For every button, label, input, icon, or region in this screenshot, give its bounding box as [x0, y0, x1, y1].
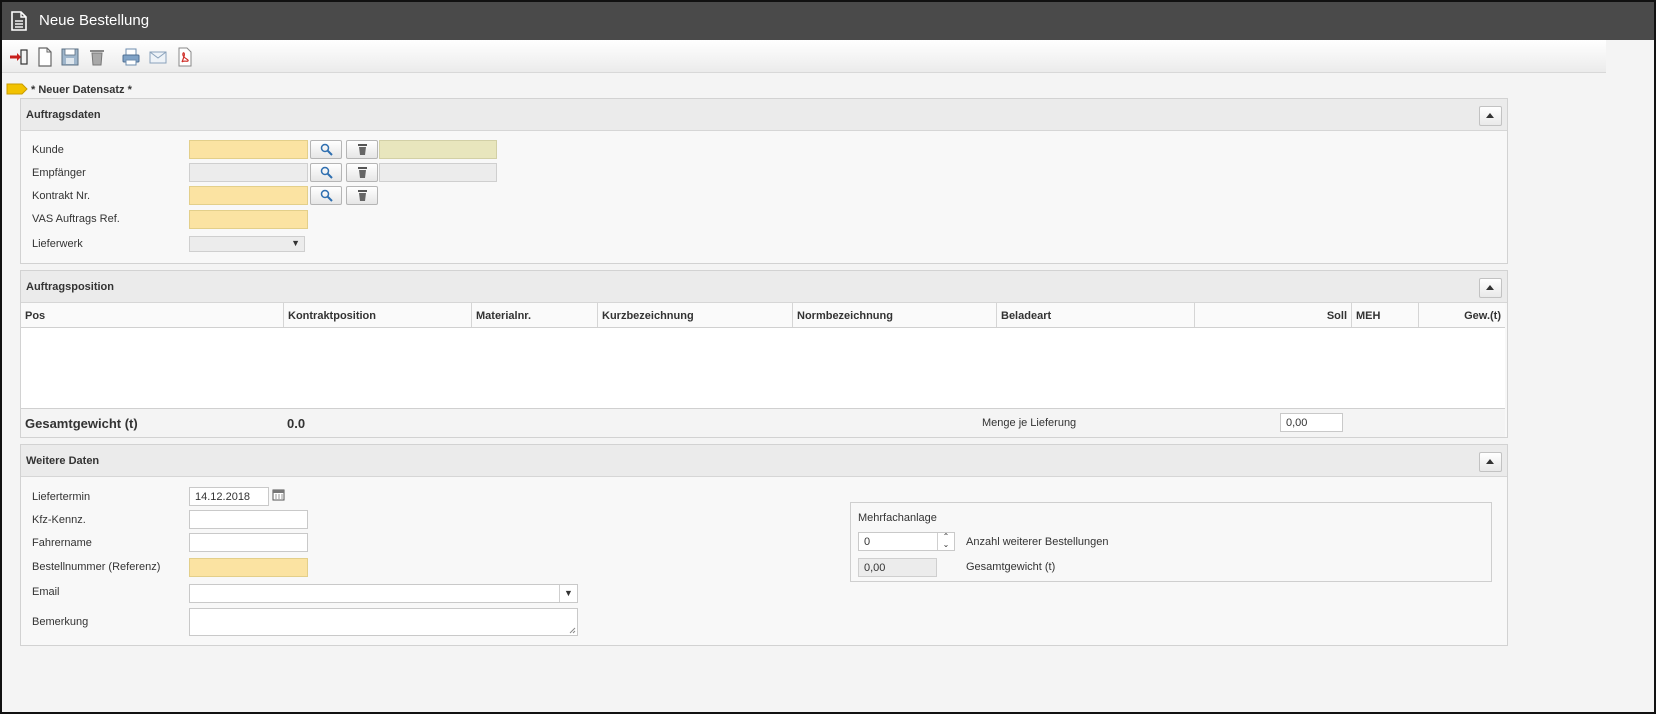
col-meh[interactable]: MEH	[1352, 303, 1419, 327]
save-button[interactable]	[60, 47, 80, 67]
kontrakt-clear-button[interactable]	[346, 186, 378, 205]
anzahl-value: 0	[864, 536, 871, 548]
anzahl-label: Anzahl weiterer Bestellungen	[966, 536, 1109, 548]
spinner-arrows-icon[interactable]: ⌃ ⌄	[937, 533, 954, 550]
print-icon	[122, 48, 140, 66]
kfz-input[interactable]	[189, 510, 308, 529]
panel-header: Auftragsdaten	[21, 99, 1507, 131]
total-label: Gesamtgewicht (t)	[25, 416, 138, 431]
col-materialnr[interactable]: Materialnr.	[472, 303, 598, 327]
pdf-icon	[178, 47, 192, 67]
lieferwerk-select[interactable]: ▼	[189, 236, 305, 252]
liefertermin-label: Liefertermin	[32, 491, 91, 503]
grid-footer: Gesamtgewicht (t) 0.0 Menge je Lieferung…	[21, 408, 1505, 437]
new-document-icon	[38, 47, 52, 67]
dropdown-arrow-icon: ▼	[291, 238, 300, 248]
collapse-button[interactable]	[1479, 452, 1502, 472]
col-kontraktposition[interactable]: Kontraktposition	[284, 303, 472, 327]
fahrer-label: Fahrername	[32, 537, 92, 549]
menge-input[interactable]: 0,00	[1280, 413, 1343, 432]
bemerkung-label: Bemerkung	[32, 616, 89, 628]
panel-weitere-daten: Weitere Daten Liefertermin 14.12.2018 Kf…	[20, 444, 1508, 646]
new-button[interactable]	[35, 47, 55, 67]
window-title: Neue Bestellung	[39, 12, 150, 29]
anzahl-stepper[interactable]: 0 ⌃ ⌄	[858, 532, 955, 551]
panel-header: Auftragsposition	[21, 271, 1507, 303]
col-beladeart[interactable]: Beladeart	[997, 303, 1195, 327]
empfaenger-name-display	[379, 163, 497, 182]
kunde-label: Kunde	[32, 144, 64, 156]
kontrakt-search-button[interactable]	[310, 186, 342, 205]
kunde-input[interactable]	[189, 140, 308, 159]
search-icon	[320, 166, 333, 179]
vas-input[interactable]	[189, 210, 308, 229]
empfaenger-clear-button[interactable]	[346, 163, 378, 182]
col-soll[interactable]: Soll	[1195, 303, 1352, 327]
grid-body	[21, 328, 1505, 408]
total-value: 0.0	[287, 416, 306, 431]
kontrakt-label: Kontrakt Nr.	[32, 190, 91, 202]
grid-header: Pos Kontraktposition Materialnr. Kurzbez…	[21, 303, 1505, 328]
print-button[interactable]	[121, 47, 141, 67]
panel-title: Auftragsdaten	[26, 109, 101, 121]
col-pos[interactable]: Pos	[21, 303, 284, 327]
menge-label: Menge je Lieferung	[982, 417, 1077, 429]
gesamtgewicht-label: Gesamtgewicht (t)	[966, 561, 1056, 573]
gesamtgewicht-display: 0,00	[858, 558, 937, 577]
empfaenger-label: Empfänger	[32, 167, 86, 179]
empfaenger-search-button[interactable]	[310, 163, 342, 182]
folder-tag-icon	[6, 83, 28, 95]
chevron-down-icon[interactable]: ▼	[559, 585, 577, 602]
fahrer-input[interactable]	[189, 533, 308, 552]
pdf-button[interactable]	[175, 47, 195, 67]
kunde-search-button[interactable]	[310, 140, 342, 159]
col-normbezeichnung[interactable]: Normbezeichnung	[793, 303, 997, 327]
title-bar: Neue Bestellung	[2, 2, 1654, 40]
mehrfachanlage-group: Mehrfachanlage 0 ⌃ ⌄ Anzahl weiterer Best…	[850, 502, 1492, 582]
col-kurzbezeichnung[interactable]: Kurzbezeichnung	[598, 303, 793, 327]
panel-header: Weitere Daten	[21, 445, 1507, 477]
col-gewicht[interactable]: Gew.(t)	[1419, 303, 1505, 327]
panel-auftragsposition: Auftragsposition Pos Kontraktposition Ma…	[20, 270, 1508, 438]
kunde-clear-button[interactable]	[346, 140, 378, 159]
trash-icon	[358, 144, 367, 155]
search-icon	[320, 189, 333, 202]
collapse-button[interactable]	[1479, 106, 1502, 126]
collapse-button[interactable]	[1479, 278, 1502, 298]
kunde-name-display	[379, 140, 497, 159]
mehrfach-title: Mehrfachanlage	[858, 512, 937, 524]
save-icon	[61, 48, 79, 66]
exit-button[interactable]	[9, 47, 29, 67]
document-icon	[11, 11, 27, 31]
bestellnr-label: Bestellnummer (Referenz)	[32, 561, 161, 573]
exit-icon	[10, 49, 28, 65]
positions-grid: Pos Kontraktposition Materialnr. Kurzbez…	[21, 302, 1505, 408]
vas-label: VAS Auftrags Ref.	[32, 213, 120, 225]
panel-title: Auftragsposition	[26, 281, 114, 293]
liefertermin-input[interactable]: 14.12.2018	[189, 487, 269, 506]
email-button[interactable]	[148, 47, 168, 67]
calendar-icon[interactable]	[272, 488, 285, 501]
email-icon	[149, 51, 167, 64]
app-window: Neue Bestellung * Neuer Datensatz * Auft…	[0, 0, 1656, 714]
toolbar	[2, 40, 1606, 73]
delete-button[interactable]	[87, 47, 107, 67]
empfaenger-input[interactable]	[189, 163, 308, 182]
kontrakt-input[interactable]	[189, 186, 308, 205]
panel-title: Weitere Daten	[26, 455, 100, 467]
bemerkung-textarea[interactable]	[189, 608, 578, 636]
bestellnr-input[interactable]	[189, 558, 308, 577]
panel-auftragsdaten: Auftragsdaten Kunde Empfänger Kontrakt N…	[20, 98, 1508, 264]
record-status: * Neuer Datensatz *	[31, 84, 132, 96]
email-label: Email	[32, 586, 60, 598]
trash-icon	[358, 190, 367, 201]
email-select[interactable]: ▼	[189, 584, 578, 603]
kfz-label: Kfz-Kennz.	[32, 514, 86, 526]
trash-icon	[358, 167, 367, 178]
lieferwerk-label: Lieferwerk	[32, 238, 83, 250]
resize-handle-icon[interactable]	[569, 627, 576, 634]
search-icon	[320, 143, 333, 156]
delete-icon	[90, 50, 104, 66]
